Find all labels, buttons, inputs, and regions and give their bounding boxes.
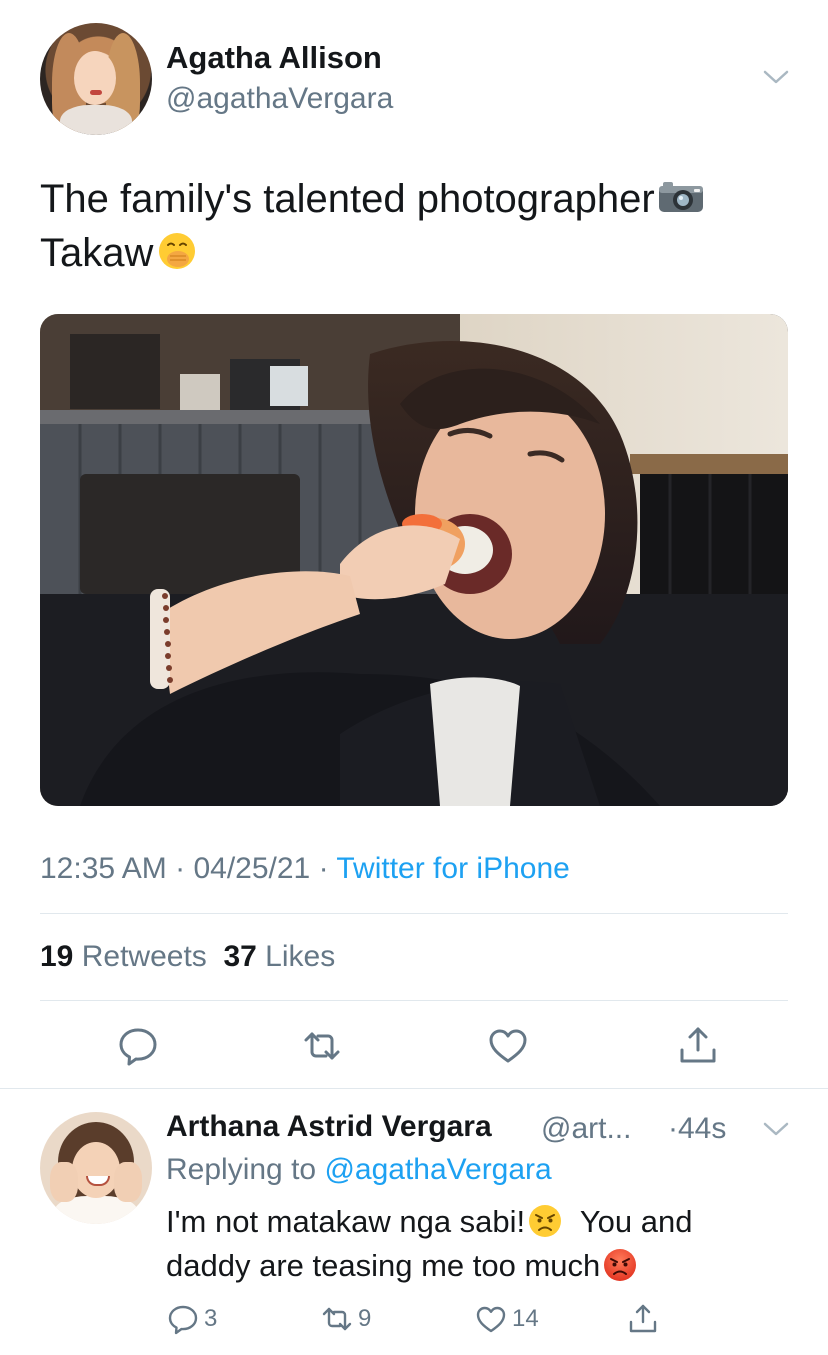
tweet-text: The family's talented photographer Takaw: [40, 172, 800, 280]
reply-text-part1: I'm not matakaw nga sabi!: [166, 1204, 526, 1239]
reply-icon: [168, 1305, 198, 1335]
reply-author-handle[interactable]: @art...: [541, 1112, 631, 1146]
author-handle[interactable]: @agathaVergara: [166, 82, 393, 116]
replying-to-link[interactable]: @agathaVergara: [324, 1153, 551, 1186]
tweet-meta: 12:35 AM · 04/25/21 · Twitter for iPhone: [40, 852, 570, 886]
reply-time: ·44s: [668, 1112, 727, 1145]
camera-with-flash-icon: [658, 182, 703, 213]
reply-author-name[interactable]: Arthana Astrid Vergara: [166, 1110, 492, 1144]
chevron-down-icon[interactable]: [762, 1118, 790, 1140]
chevron-down-icon[interactable]: [762, 66, 790, 88]
share-icon: [629, 1304, 657, 1333]
likes-stat[interactable]: 37 Likes: [223, 940, 335, 973]
reply-reply-button[interactable]: 3: [166, 1302, 217, 1336]
author-display-name[interactable]: Agatha Allison: [166, 40, 382, 76]
tweet-text-line2: Takaw: [40, 231, 154, 275]
reply-text-part3: daddy are teasing me too much: [166, 1248, 601, 1283]
angry-face-icon: [604, 1248, 637, 1281]
meta-separator: ·: [318, 852, 329, 885]
reply-text-part2: You and: [579, 1204, 693, 1239]
reply-retweet-count: 9: [358, 1305, 372, 1332]
reply-icon[interactable]: [116, 1024, 160, 1068]
face-with-hand-over-mouth-icon: [159, 233, 196, 270]
divider: [40, 1000, 788, 1001]
meta-separator: ·: [175, 852, 186, 885]
reply-text: I'm not matakaw nga sabi! You and daddy …: [166, 1200, 786, 1288]
reply-reply-count: 3: [204, 1305, 218, 1332]
divider: [40, 913, 788, 914]
share-icon[interactable]: [676, 1024, 720, 1068]
tweet-source-link[interactable]: Twitter for iPhone: [336, 852, 569, 885]
pouting-face-icon: [529, 1204, 562, 1237]
author-avatar[interactable]: [40, 23, 152, 135]
like-icon[interactable]: [486, 1024, 530, 1068]
reply-share-button[interactable]: [626, 1302, 660, 1336]
reply-like-count: 14: [512, 1305, 539, 1332]
reply-author-avatar[interactable]: [40, 1112, 152, 1224]
reply-like-button[interactable]: 14: [474, 1302, 539, 1336]
tweet-time: 12:35 AM: [40, 852, 167, 885]
tweet-photo[interactable]: [40, 314, 788, 806]
tweet-date: 04/25/21: [193, 852, 311, 885]
tweet-text-line1: The family's talented photographer: [40, 177, 655, 221]
tweet-photo-image: [40, 314, 788, 806]
tweet-stats: 19 Retweets 37 Likes: [40, 940, 335, 974]
like-icon: [476, 1306, 506, 1333]
reply-retweet-button[interactable]: 9: [320, 1302, 371, 1336]
retweet-icon: [322, 1307, 352, 1331]
divider: [0, 1088, 828, 1089]
replying-prefix: Replying to: [166, 1153, 317, 1186]
retweets-stat[interactable]: 19 Retweets: [40, 940, 207, 973]
replying-to-line: Replying to @agathaVergara: [166, 1153, 552, 1187]
retweet-icon[interactable]: [300, 1024, 344, 1068]
